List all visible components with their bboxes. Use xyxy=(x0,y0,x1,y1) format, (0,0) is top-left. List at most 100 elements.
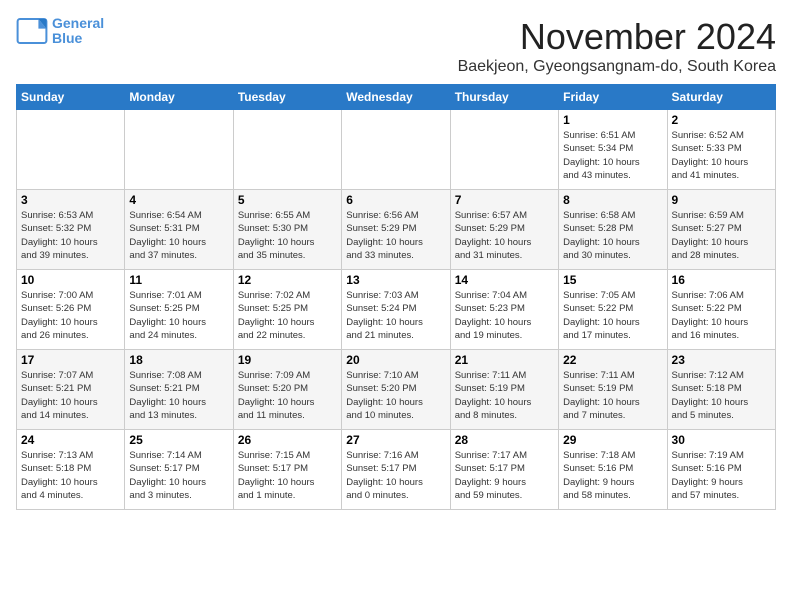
header-cell-thursday: Thursday xyxy=(450,85,558,110)
page-container: General Blue November 2024 Baekjeon, Gye… xyxy=(16,16,776,510)
day-number: 2 xyxy=(672,113,771,127)
header-cell-sunday: Sunday xyxy=(17,85,125,110)
day-info: Sunrise: 7:14 AM Sunset: 5:17 PM Dayligh… xyxy=(129,449,228,502)
day-number: 21 xyxy=(455,353,554,367)
week-row-2: 3 Sunrise: 6:53 AM Sunset: 5:32 PM Daylig… xyxy=(17,190,776,270)
day-number: 6 xyxy=(346,193,445,207)
day-cell: 20 Sunrise: 7:10 AM Sunset: 5:20 PM Dayli… xyxy=(342,350,450,430)
day-cell xyxy=(17,110,125,190)
day-number: 28 xyxy=(455,433,554,447)
day-info: Sunrise: 6:56 AM Sunset: 5:29 PM Dayligh… xyxy=(346,209,445,262)
day-cell: 23 Sunrise: 7:12 AM Sunset: 5:18 PM Dayli… xyxy=(667,350,775,430)
day-info: Sunrise: 7:15 AM Sunset: 5:17 PM Dayligh… xyxy=(238,449,337,502)
day-info: Sunrise: 7:17 AM Sunset: 5:17 PM Dayligh… xyxy=(455,449,554,502)
day-info: Sunrise: 7:03 AM Sunset: 5:24 PM Dayligh… xyxy=(346,289,445,342)
day-number: 17 xyxy=(21,353,120,367)
day-info: Sunrise: 7:18 AM Sunset: 5:16 PM Dayligh… xyxy=(563,449,662,502)
day-number: 26 xyxy=(238,433,337,447)
day-cell: 6 Sunrise: 6:56 AM Sunset: 5:29 PM Daylig… xyxy=(342,190,450,270)
header-cell-tuesday: Tuesday xyxy=(233,85,341,110)
day-number: 20 xyxy=(346,353,445,367)
day-cell: 15 Sunrise: 7:05 AM Sunset: 5:22 PM Dayli… xyxy=(559,270,667,350)
day-cell: 7Sunrise: 6:57 AM Sunset: 5:29 PM Daylig… xyxy=(450,190,558,270)
day-info: Sunrise: 7:06 AM Sunset: 5:22 PM Dayligh… xyxy=(672,289,771,342)
day-info: Sunrise: 7:12 AM Sunset: 5:18 PM Dayligh… xyxy=(672,369,771,422)
day-cell: 12 Sunrise: 7:02 AM Sunset: 5:25 PM Dayli… xyxy=(233,270,341,350)
logo-icon xyxy=(16,17,48,45)
day-number: 1 xyxy=(563,113,662,127)
day-cell: 28 Sunrise: 7:17 AM Sunset: 5:17 PM Dayli… xyxy=(450,430,558,510)
day-info: Sunrise: 6:59 AM Sunset: 5:27 PM Dayligh… xyxy=(672,209,771,262)
day-number: 13 xyxy=(346,273,445,287)
week-row-1: 1 Sunrise: 6:51 AM Sunset: 5:34 PM Daylig… xyxy=(17,110,776,190)
day-number: 11 xyxy=(129,273,228,287)
day-number: 8 xyxy=(563,193,662,207)
day-number: 22 xyxy=(563,353,662,367)
day-cell: 25Sunrise: 7:14 AM Sunset: 5:17 PM Dayli… xyxy=(125,430,233,510)
week-row-3: 10 Sunrise: 7:00 AM Sunset: 5:26 PM Dayli… xyxy=(17,270,776,350)
header-row: SundayMondayTuesdayWednesdayThursdayFrid… xyxy=(17,85,776,110)
header-cell-saturday: Saturday xyxy=(667,85,775,110)
day-cell: 2 Sunrise: 6:52 AM Sunset: 5:33 PM Daylig… xyxy=(667,110,775,190)
day-number: 15 xyxy=(563,273,662,287)
day-cell: 11 Sunrise: 7:01 AM Sunset: 5:25 PM Dayli… xyxy=(125,270,233,350)
day-number: 14 xyxy=(455,273,554,287)
day-cell: 5 Sunrise: 6:55 AM Sunset: 5:30 PM Daylig… xyxy=(233,190,341,270)
day-info: Sunrise: 7:10 AM Sunset: 5:20 PM Dayligh… xyxy=(346,369,445,422)
day-cell: 3 Sunrise: 6:53 AM Sunset: 5:32 PM Daylig… xyxy=(17,190,125,270)
day-cell xyxy=(342,110,450,190)
day-cell: 4 Sunrise: 6:54 AM Sunset: 5:31 PM Daylig… xyxy=(125,190,233,270)
day-number: 16 xyxy=(672,273,771,287)
logo: General Blue xyxy=(16,16,104,47)
day-info: Sunrise: 6:54 AM Sunset: 5:31 PM Dayligh… xyxy=(129,209,228,262)
day-number: 4 xyxy=(129,193,228,207)
day-cell xyxy=(233,110,341,190)
day-info: Sunrise: 7:01 AM Sunset: 5:25 PM Dayligh… xyxy=(129,289,228,342)
day-info: Sunrise: 7:11 AM Sunset: 5:19 PM Dayligh… xyxy=(455,369,554,422)
header-cell-monday: Monday xyxy=(125,85,233,110)
day-cell: 13 Sunrise: 7:03 AM Sunset: 5:24 PM Dayli… xyxy=(342,270,450,350)
day-number: 5 xyxy=(238,193,337,207)
day-cell: 27Sunrise: 7:16 AM Sunset: 5:17 PM Dayli… xyxy=(342,430,450,510)
day-info: Sunrise: 7:08 AM Sunset: 5:21 PM Dayligh… xyxy=(129,369,228,422)
day-info: Sunrise: 7:13 AM Sunset: 5:18 PM Dayligh… xyxy=(21,449,120,502)
day-number: 9 xyxy=(672,193,771,207)
calendar-table: SundayMondayTuesdayWednesdayThursdayFrid… xyxy=(16,84,776,510)
header-cell-friday: Friday xyxy=(559,85,667,110)
day-cell: 16 Sunrise: 7:06 AM Sunset: 5:22 PM Dayli… xyxy=(667,270,775,350)
day-cell: 26 Sunrise: 7:15 AM Sunset: 5:17 PM Dayli… xyxy=(233,430,341,510)
day-info: Sunrise: 6:55 AM Sunset: 5:30 PM Dayligh… xyxy=(238,209,337,262)
day-cell: 17 Sunrise: 7:07 AM Sunset: 5:21 PM Dayli… xyxy=(17,350,125,430)
day-info: Sunrise: 6:58 AM Sunset: 5:28 PM Dayligh… xyxy=(563,209,662,262)
day-number: 24 xyxy=(21,433,120,447)
logo-text: General Blue xyxy=(52,16,104,47)
day-info: Sunrise: 7:00 AM Sunset: 5:26 PM Dayligh… xyxy=(21,289,120,342)
day-number: 30 xyxy=(672,433,771,447)
day-cell: 29Sunrise: 7:18 AM Sunset: 5:16 PM Dayli… xyxy=(559,430,667,510)
day-number: 3 xyxy=(21,193,120,207)
day-info: Sunrise: 7:07 AM Sunset: 5:21 PM Dayligh… xyxy=(21,369,120,422)
calendar-subtitle: Baekjeon, Gyeongsangnam-do, South Korea xyxy=(458,58,776,76)
day-cell: 24 Sunrise: 7:13 AM Sunset: 5:18 PM Dayli… xyxy=(17,430,125,510)
day-info: Sunrise: 7:09 AM Sunset: 5:20 PM Dayligh… xyxy=(238,369,337,422)
day-cell: 8 Sunrise: 6:58 AM Sunset: 5:28 PM Daylig… xyxy=(559,190,667,270)
day-info: Sunrise: 7:05 AM Sunset: 5:22 PM Dayligh… xyxy=(563,289,662,342)
week-row-5: 24 Sunrise: 7:13 AM Sunset: 5:18 PM Dayli… xyxy=(17,430,776,510)
day-info: Sunrise: 6:57 AM Sunset: 5:29 PM Dayligh… xyxy=(455,209,554,262)
day-info: Sunrise: 7:19 AM Sunset: 5:16 PM Dayligh… xyxy=(672,449,771,502)
day-number: 12 xyxy=(238,273,337,287)
day-cell: 19Sunrise: 7:09 AM Sunset: 5:20 PM Dayli… xyxy=(233,350,341,430)
day-cell: 18 Sunrise: 7:08 AM Sunset: 5:21 PM Dayli… xyxy=(125,350,233,430)
day-cell xyxy=(125,110,233,190)
calendar-title: November 2024 xyxy=(458,16,776,58)
day-info: Sunrise: 6:51 AM Sunset: 5:34 PM Dayligh… xyxy=(563,129,662,182)
day-cell: 21 Sunrise: 7:11 AM Sunset: 5:19 PM Dayli… xyxy=(450,350,558,430)
day-number: 23 xyxy=(672,353,771,367)
day-info: Sunrise: 7:02 AM Sunset: 5:25 PM Dayligh… xyxy=(238,289,337,342)
day-number: 18 xyxy=(129,353,228,367)
day-number: 10 xyxy=(21,273,120,287)
title-section: November 2024 Baekjeon, Gyeongsangnam-do… xyxy=(458,16,776,76)
day-cell: 10 Sunrise: 7:00 AM Sunset: 5:26 PM Dayli… xyxy=(17,270,125,350)
day-info: Sunrise: 6:52 AM Sunset: 5:33 PM Dayligh… xyxy=(672,129,771,182)
day-info: Sunrise: 6:53 AM Sunset: 5:32 PM Dayligh… xyxy=(21,209,120,262)
